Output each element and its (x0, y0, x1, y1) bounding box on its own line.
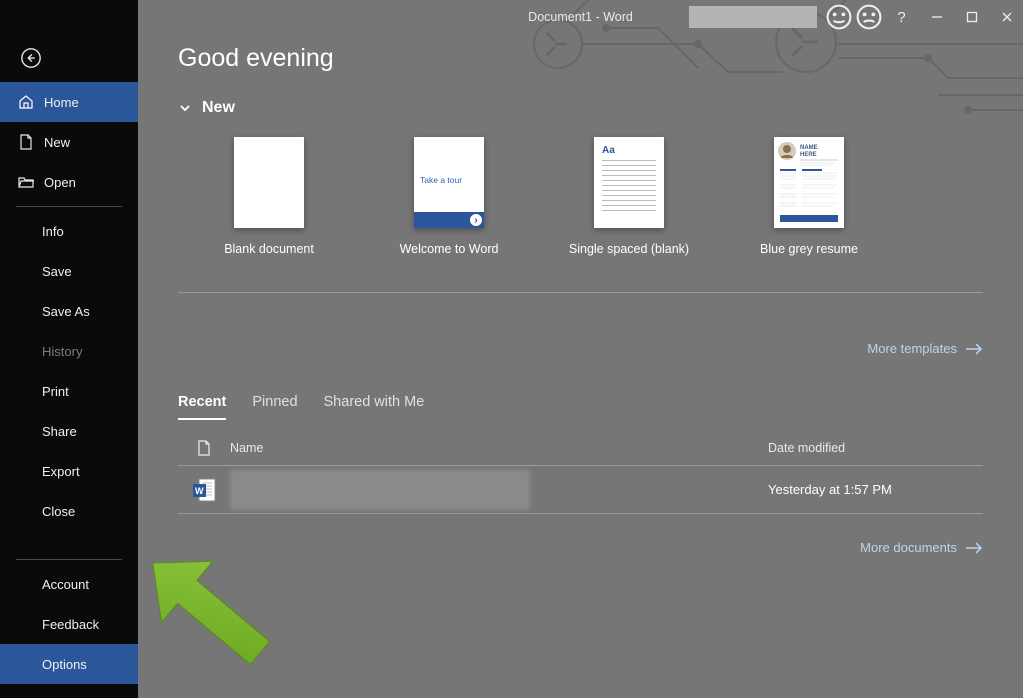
svg-text:HERE: HERE (800, 152, 817, 158)
arrow-right-icon (965, 343, 983, 355)
window-title: Document1 - Word (528, 10, 633, 24)
sidebar-item-history: History (0, 331, 138, 371)
template-blank-document[interactable]: Blank document (234, 137, 304, 256)
sidebar-item-feedback[interactable]: Feedback (0, 604, 138, 644)
greeting-heading: Good evening (178, 44, 983, 73)
svg-text:W: W (195, 486, 204, 496)
svg-text:NAME: NAME (800, 145, 818, 151)
sidebar-item-share[interactable]: Share (0, 411, 138, 451)
back-arrow-icon (20, 47, 42, 69)
maximize-button[interactable] (955, 0, 988, 34)
template-thumb: Take a tour › (414, 137, 484, 228)
sidebar-item-print[interactable]: Print (0, 371, 138, 411)
sidebar-item-export[interactable]: Export (0, 451, 138, 491)
template-single-spaced[interactable]: Aa Single spaced (blank) (594, 137, 664, 256)
open-folder-icon (18, 174, 34, 190)
more-documents-link[interactable]: More documents (860, 540, 983, 555)
list-header: Name Date modified (178, 430, 983, 466)
sidebar-item-open[interactable]: Open (0, 162, 138, 202)
document-name-redacted (230, 470, 530, 510)
template-thumb: Aa (594, 137, 664, 228)
feedback-smile-icon[interactable] (825, 0, 853, 34)
more-templates-link[interactable]: More templates (867, 341, 983, 356)
sidebar-item-new[interactable]: New (0, 122, 138, 162)
template-blue-grey-resume[interactable]: NAME HERE (774, 137, 844, 256)
sidebar-label-new: New (44, 135, 70, 150)
back-button[interactable] (0, 34, 138, 82)
new-doc-icon (18, 134, 34, 150)
close-window-button[interactable] (990, 0, 1023, 34)
word-doc-icon: W (190, 476, 218, 504)
sidebar-label-home: Home (44, 95, 79, 110)
sidebar-item-save[interactable]: Save (0, 251, 138, 291)
template-thumb: NAME HERE (774, 137, 844, 228)
template-thumb (234, 137, 304, 228)
backstage-sidebar: Home New Open Info Save Save As History … (0, 0, 138, 698)
home-icon (18, 94, 34, 110)
feedback-frown-icon[interactable] (855, 0, 883, 34)
sidebar-item-saveas[interactable]: Save As (0, 291, 138, 331)
recent-tabs: Recent Pinned Shared with Me (178, 394, 983, 420)
sidebar-item-close[interactable]: Close (0, 491, 138, 531)
titlebar: Document1 - Word ? (138, 0, 1023, 34)
sidebar-label-open: Open (44, 175, 76, 190)
template-welcome-to-word[interactable]: Take a tour › Welcome to Word (414, 137, 484, 256)
arrow-right-icon (965, 542, 983, 554)
recent-document-row[interactable]: W Yesterday at 1:57 PM (178, 466, 983, 514)
minimize-button[interactable] (920, 0, 953, 34)
new-section-header[interactable]: New (178, 99, 983, 117)
column-date[interactable]: Date modified (768, 441, 983, 455)
backstage-main: Document1 - Word ? Good evening New (138, 0, 1023, 698)
tab-shared[interactable]: Shared with Me (324, 394, 425, 420)
sidebar-item-account[interactable]: Account (0, 564, 138, 604)
sidebar-item-options[interactable]: Options (0, 644, 138, 684)
document-date: Yesterday at 1:57 PM (768, 482, 983, 497)
sidebar-item-home[interactable]: Home (0, 82, 138, 122)
chevron-down-icon (178, 101, 192, 115)
tab-pinned[interactable]: Pinned (252, 394, 297, 420)
tab-recent[interactable]: Recent (178, 394, 226, 420)
help-button[interactable]: ? (885, 0, 918, 34)
document-icon (197, 440, 211, 456)
arrow-right-icon: › (470, 214, 482, 226)
sidebar-item-info[interactable]: Info (0, 211, 138, 251)
column-name[interactable]: Name (230, 441, 768, 455)
user-account-area[interactable] (689, 6, 817, 28)
